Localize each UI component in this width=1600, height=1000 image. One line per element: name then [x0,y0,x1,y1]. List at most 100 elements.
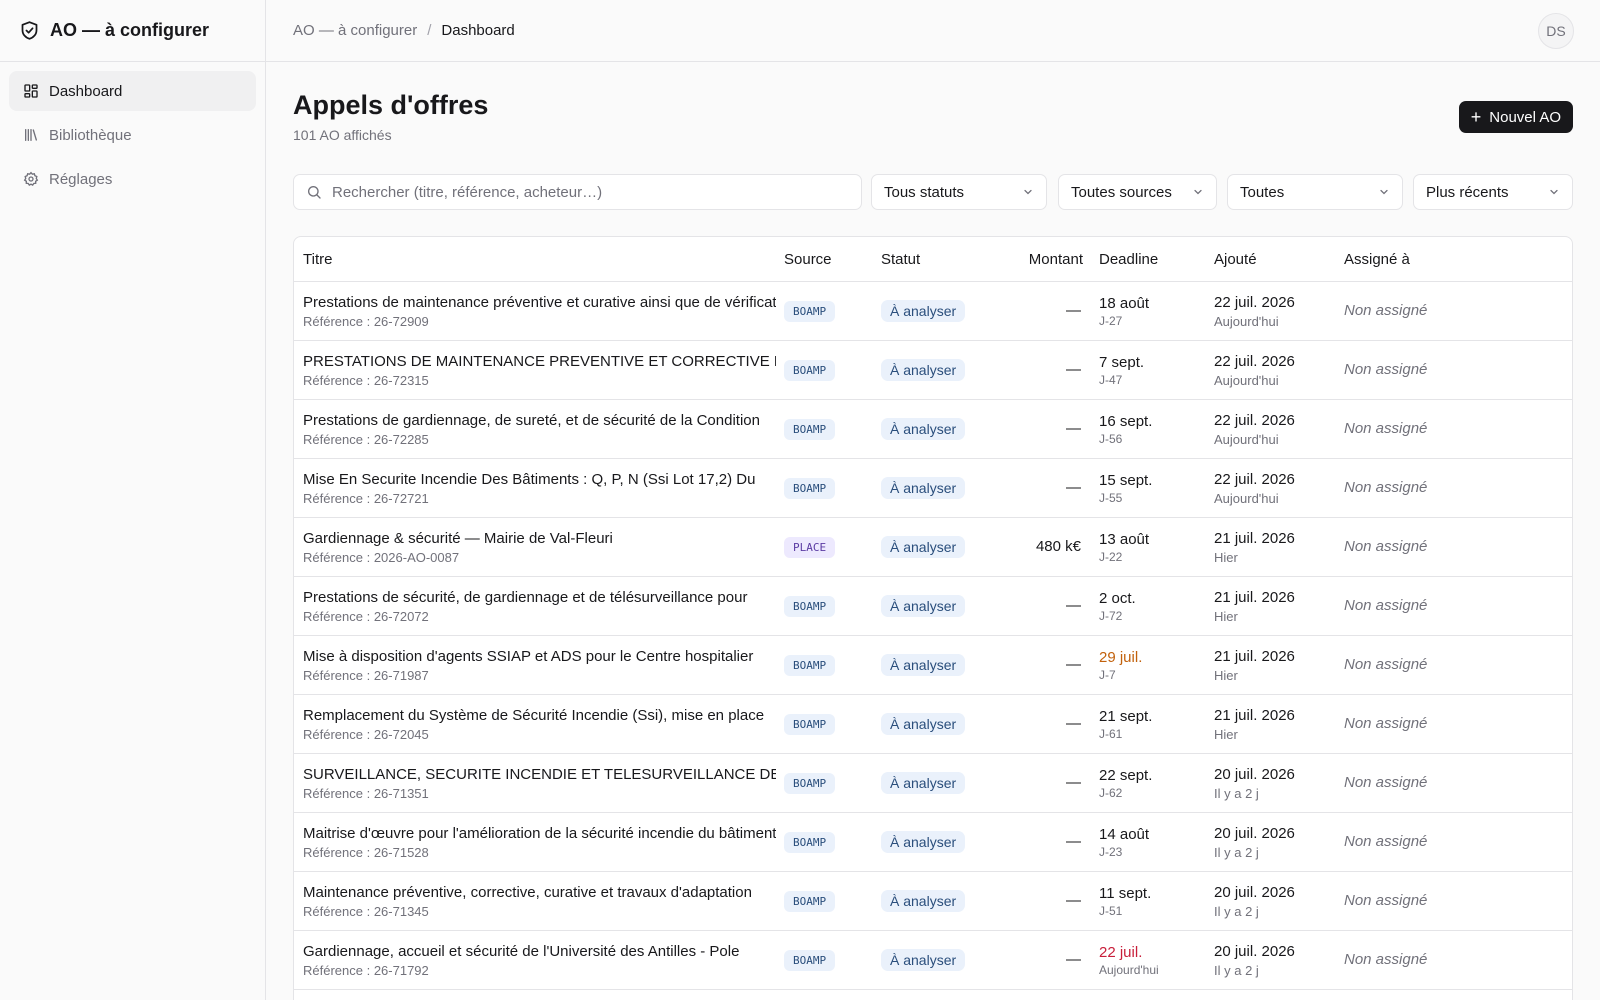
added-relative: Hier [1214,549,1238,565]
source-select[interactable]: Toutes sources [1058,174,1217,210]
new-ao-button[interactable]: + Nouvel AO [1458,101,1573,133]
cell-assigned: Non assigné [1344,892,1572,910]
cell-amount: — [1001,420,1095,438]
filters-bar: Tous statuts Toutes sources Toutes Plus … [293,174,1573,210]
cell-added: 20 juil. 2026 Il y a 2 j [1214,766,1344,801]
table-row[interactable]: Prestations de gardiennage, de sureté, e… [294,400,1572,459]
sidebar-item-label: Dashboard [49,82,123,100]
cell-status: À analyser [881,418,1001,440]
ao-title[interactable]: Mise à disposition d'agents SSIAP et ADS… [303,648,776,665]
deadline-countdown: J-56 [1099,431,1123,446]
assignee[interactable]: Non assigné [1344,656,1427,673]
avatar[interactable]: DS [1538,13,1574,49]
status-badge[interactable]: À analyser [881,831,966,853]
cell-assigned: Non assigné [1344,597,1572,615]
assignee[interactable]: Non assigné [1344,774,1427,791]
sidebar-item-dashboard[interactable]: Dashboard [9,71,256,111]
ao-reference: Référence : 26-72721 [303,490,429,506]
table-row[interactable]: Gardiennage, accueil et sécurité de l'Un… [294,931,1572,990]
status-select[interactable]: Tous statuts [871,174,1047,210]
cell-deadline: 14 août J-23 [1095,826,1214,859]
cell-amount: — [1001,774,1095,792]
ao-title[interactable]: Gardiennage & sécurité — Mairie de Val-F… [303,530,776,547]
search-input[interactable] [332,183,832,201]
added-relative: Il y a 2 j [1214,785,1259,801]
assignee[interactable]: Non assigné [1344,951,1427,968]
gear-icon [23,171,39,187]
category-select[interactable]: Toutes [1227,174,1403,210]
ao-title[interactable]: Remplacement du Système de Sécurité Ince… [303,707,776,724]
ao-amount: — [1066,597,1081,614]
sidebar-item-reglages[interactable]: Réglages [9,159,256,199]
table-row[interactable]: SURVEILLANCE, SECURITE INCENDIE ET TELES… [294,754,1572,813]
table-row[interactable]: Remplacement du Système de Sécurité Ince… [294,695,1572,754]
ao-title[interactable]: Maintenance préventive, corrective, cura… [303,884,776,901]
status-badge[interactable]: À analyser [881,595,966,617]
status-badge[interactable]: À analyser [881,949,966,971]
status-badge[interactable]: À analyser [881,536,966,558]
ao-title[interactable]: Maitrise d'œuvre pour l'amélioration de … [303,825,776,842]
added-date: 21 juil. 2026 [1214,706,1295,724]
added-date: 21 juil. 2026 [1214,529,1295,547]
header-title[interactable]: Titre [294,251,784,268]
cell-added: 20 juil. 2026 Il y a 2 j [1214,825,1344,860]
status-badge[interactable]: À analyser [881,654,966,676]
chevron-down-icon [1024,189,1032,195]
assignee[interactable]: Non assigné [1344,361,1427,378]
header-status[interactable]: Statut [881,251,1001,268]
status-badge[interactable]: À analyser [881,359,966,381]
sidebar-item-bibliotheque[interactable]: Bibliothèque [9,115,256,155]
header-assigned[interactable]: Assigné à [1344,251,1572,268]
table-row[interactable]: Gardiennage & sécurité — Mairie de Val-F… [294,518,1572,577]
cell-added: 22 juil. 2026 Aujourd'hui [1214,353,1344,388]
source-badge: BOAMP [784,477,836,499]
ao-title[interactable]: PRESTATIONS DE MAINTENANCE PREVENTIVE ET… [303,353,776,370]
status-badge[interactable]: À analyser [881,772,966,794]
assignee[interactable]: Non assigné [1344,302,1427,319]
cell-title: Prestations de gardiennage, de sureté, e… [294,412,784,447]
header-added[interactable]: Ajouté [1214,251,1344,268]
breadcrumb-root[interactable]: AO — à configurer [293,22,417,39]
deadline-date: 21 sept. [1099,707,1153,725]
status-badge[interactable]: À analyser [881,477,966,499]
assignee[interactable]: Non assigné [1344,892,1427,909]
added-date: 21 juil. 2026 [1214,588,1295,606]
ao-title[interactable]: Prestations de gardiennage, de sureté, e… [303,412,776,429]
ao-title[interactable]: Mise En Securite Incendie Des Bâtiments … [303,471,776,488]
assignee[interactable]: Non assigné [1344,420,1427,437]
ao-title[interactable]: Prestations de maintenance préventive et… [303,294,776,311]
ao-amount: — [1066,361,1081,378]
table-row[interactable]: Maitrise d'œuvre pour l'amélioration de … [294,813,1572,872]
sort-select[interactable]: Plus récents [1413,174,1573,210]
status-badge[interactable]: À analyser [881,300,966,322]
assignee[interactable]: Non assigné [1344,597,1427,614]
chevron-down-icon [1380,189,1388,195]
search-box[interactable] [293,174,862,210]
assignee[interactable]: Non assigné [1344,538,1427,555]
status-badge[interactable]: À analyser [881,890,966,912]
table-row[interactable]: Maintenance préventive, corrective, cura… [294,872,1572,931]
header-deadline[interactable]: Deadline [1095,251,1214,268]
assignee[interactable]: Non assigné [1344,479,1427,496]
table-row[interactable]: Prestations de maintenance préventive et… [294,282,1572,341]
cell-assigned: Non assigné [1344,656,1572,674]
table-row[interactable]: Mise à disposition d'agents SSIAP et ADS… [294,636,1572,695]
deadline-date: 2 oct. [1099,589,1136,607]
header-source[interactable]: Source [784,251,881,268]
table-row[interactable]: Prestations de sécurité, de gardiennage … [294,577,1572,636]
ao-title[interactable]: Prestations de sécurité, de gardiennage … [303,589,776,606]
ao-amount: — [1066,656,1081,673]
header-amount[interactable]: Montant [1001,251,1095,268]
cell-added: 21 juil. 2026 Hier [1214,530,1344,565]
assignee[interactable]: Non assigné [1344,715,1427,732]
table-row[interactable]: Mise En Securite Incendie Des Bâtiments … [294,459,1572,518]
source-badge: BOAMP [784,418,836,440]
source-badge: BOAMP [784,831,836,853]
ao-title[interactable]: SURVEILLANCE, SECURITE INCENDIE ET TELES… [303,766,776,783]
assignee[interactable]: Non assigné [1344,833,1427,850]
table-row[interactable]: PRESTATIONS DE MAINTENANCE PREVENTIVE ET… [294,341,1572,400]
sidebar-item-label: Réglages [49,170,113,188]
ao-title[interactable]: Gardiennage, accueil et sécurité de l'Un… [303,943,776,960]
status-badge[interactable]: À analyser [881,713,966,735]
status-badge[interactable]: À analyser [881,418,966,440]
